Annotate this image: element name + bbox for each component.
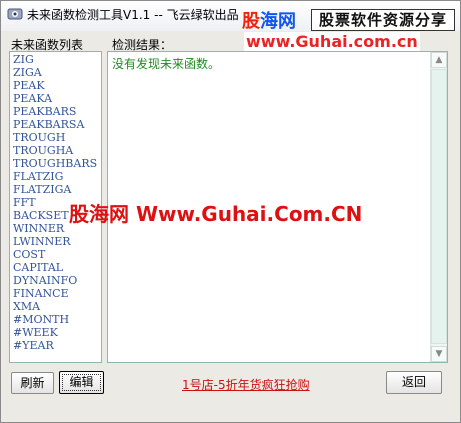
watermark-logo-blue: 海网	[260, 11, 296, 32]
edit-button[interactable]: 编辑	[59, 371, 104, 394]
watermark-tagline: 股票软件资源分享	[311, 9, 455, 31]
list-item[interactable]: FINANCE	[13, 287, 98, 300]
list-item[interactable]: LWINNER	[13, 235, 98, 248]
refresh-button[interactable]: 刷新	[11, 372, 54, 394]
list-item[interactable]: #WEEK	[13, 326, 98, 339]
watermark-center: 股海网 Www.Guhai.Com.CN	[69, 202, 363, 226]
watermark-logo-red: 股	[242, 11, 260, 32]
list-item[interactable]: PEAKBARS	[13, 105, 98, 118]
list-item[interactable]: PEAKA	[13, 92, 98, 105]
watermark-logo: 股海网	[242, 7, 296, 33]
list-item[interactable]: ZIG	[13, 53, 98, 66]
list-item[interactable]: ZIGA	[13, 66, 98, 79]
window-title: 未来函数检测工具V1.1 -- 飞云绿软出品	[27, 8, 239, 22]
list-item[interactable]: #MONTH	[13, 313, 98, 326]
list-item[interactable]: FLATZIGA	[13, 183, 98, 196]
promo-link[interactable]: 1号店-5折年货疯狂抢购	[182, 376, 310, 393]
back-button[interactable]: 返回	[386, 371, 442, 394]
scroll-down-icon[interactable]: ▼	[431, 346, 447, 362]
app-icon	[7, 8, 23, 20]
list-item[interactable]: XMA	[13, 300, 98, 313]
list-item[interactable]: CAPITAL	[13, 261, 98, 274]
list-item[interactable]: TROUGHA	[13, 144, 98, 157]
list-item[interactable]: COST	[13, 248, 98, 261]
list-item[interactable]: PEAKBARSA	[13, 118, 98, 131]
list-item[interactable]: DYNAINFO	[13, 274, 98, 287]
list-item[interactable]: TROUGHBARS	[13, 157, 98, 170]
list-item[interactable]: PEAK	[13, 79, 98, 92]
watermark-url: www.Guhai.com.cn	[244, 32, 420, 51]
scroll-up-icon[interactable]: ▲	[431, 52, 447, 68]
result-text: 没有发现未来函数。	[112, 57, 221, 71]
list-item[interactable]: FLATZIG	[13, 170, 98, 183]
scroll-thumb[interactable]	[431, 69, 447, 344]
list-item[interactable]: #YEAR	[13, 339, 98, 352]
vertical-scrollbar[interactable]: ▲ ▼	[430, 52, 447, 362]
list-item[interactable]: TROUGH	[13, 131, 98, 144]
app-window: 未来函数检测工具V1.1 -- 飞云绿软出品 股海网 股票软件资源分享 www.…	[0, 0, 461, 423]
